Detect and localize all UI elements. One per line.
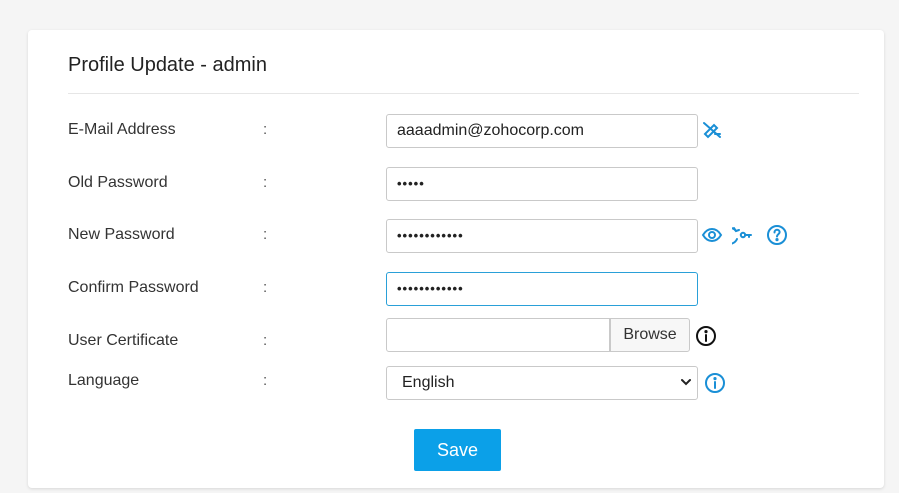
colon: : bbox=[263, 226, 268, 243]
certificate-file-input[interactable] bbox=[386, 318, 610, 352]
browse-button[interactable]: Browse bbox=[610, 318, 690, 352]
email-label: E-Mail Address bbox=[68, 121, 176, 138]
new-password-field[interactable]: •••••••••••• bbox=[386, 219, 698, 253]
old-password-row: Old Password : ••••• bbox=[28, 167, 884, 201]
profile-update-card: Profile Update - admin E-Mail Address : … bbox=[28, 30, 884, 488]
colon: : bbox=[263, 121, 268, 138]
certificate-label: User Certificate bbox=[68, 332, 179, 349]
edit-off-icon[interactable] bbox=[701, 119, 723, 141]
language-selected: English bbox=[402, 374, 455, 391]
colon: : bbox=[263, 332, 268, 349]
language-label: Language bbox=[68, 372, 140, 389]
email-field[interactable]: aaaadmin@zohocorp.com bbox=[386, 114, 698, 148]
chevron-down-icon bbox=[681, 379, 691, 386]
new-password-label: New Password bbox=[68, 226, 175, 243]
language-row: Language : English bbox=[28, 366, 884, 400]
page-title: Profile Update - admin bbox=[68, 54, 267, 76]
new-password-row: New Password : •••••••••••• bbox=[28, 219, 884, 253]
email-row: E-Mail Address : aaaadmin@zohocorp.com bbox=[28, 114, 884, 148]
title-divider bbox=[68, 93, 859, 94]
eye-icon[interactable] bbox=[701, 224, 723, 246]
colon: : bbox=[263, 174, 268, 191]
info-circle-icon[interactable] bbox=[695, 325, 717, 347]
confirm-password-row: Confirm Password : •••••••••••• bbox=[28, 272, 884, 306]
info-circle-icon[interactable] bbox=[704, 372, 726, 394]
confirm-password-field[interactable]: •••••••••••• bbox=[386, 272, 698, 306]
save-button[interactable]: Save bbox=[414, 429, 501, 471]
key-icon[interactable] bbox=[732, 224, 754, 246]
confirm-password-label: Confirm Password bbox=[68, 279, 199, 296]
old-password-label: Old Password bbox=[68, 174, 168, 191]
old-password-field[interactable]: ••••• bbox=[386, 167, 698, 201]
colon: : bbox=[263, 279, 268, 296]
certificate-row: User Certificate : Browse bbox=[28, 318, 884, 352]
language-select[interactable]: English bbox=[386, 366, 698, 400]
help-circle-icon[interactable] bbox=[766, 224, 788, 246]
colon: : bbox=[263, 372, 268, 389]
